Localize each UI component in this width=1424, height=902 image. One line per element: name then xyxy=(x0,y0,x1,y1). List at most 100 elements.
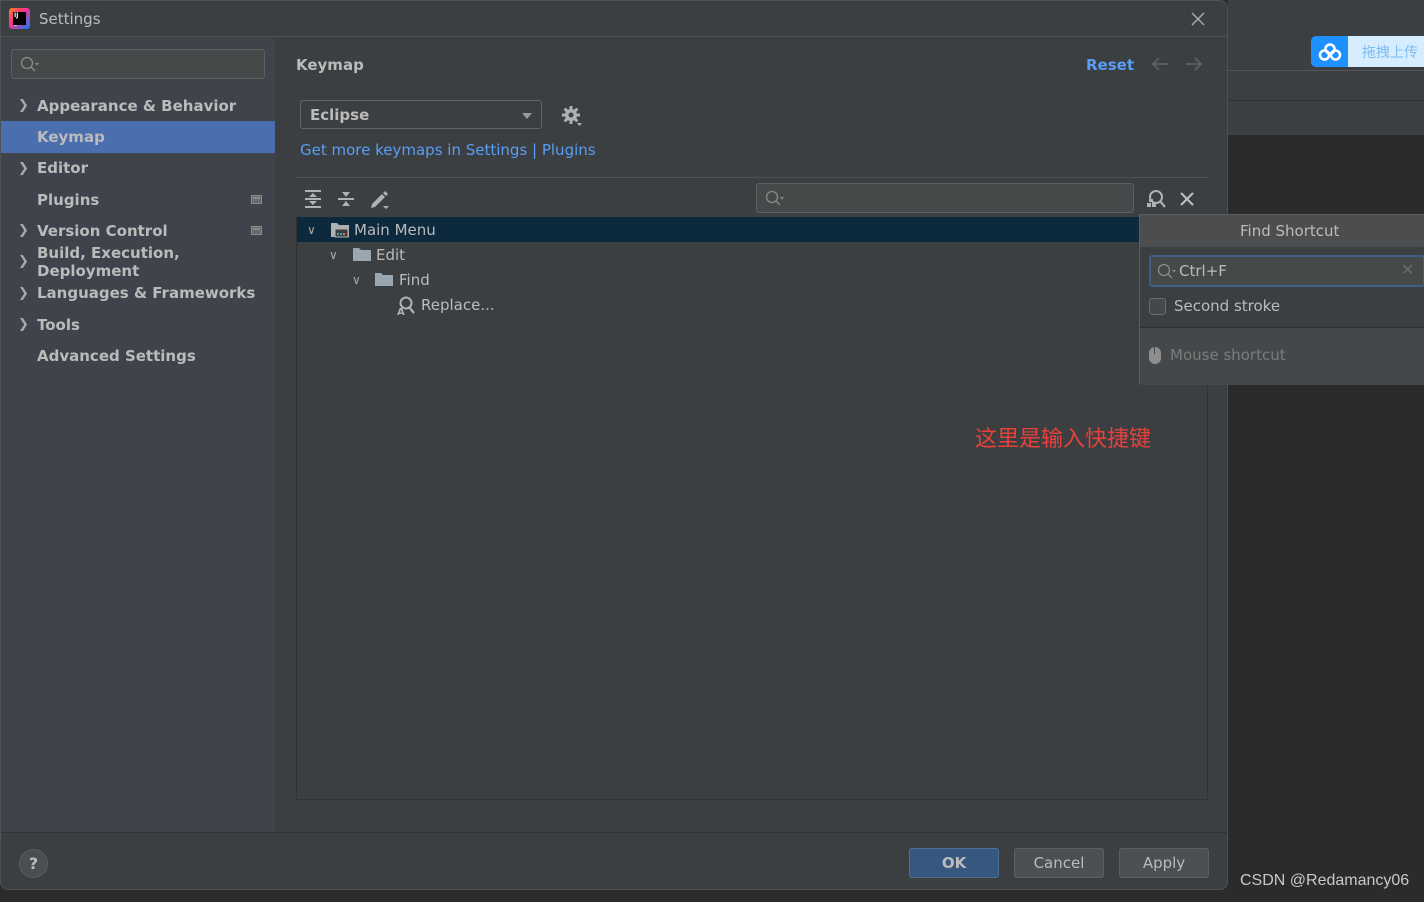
ok-button[interactable]: OK xyxy=(909,848,999,878)
keymap-settings-button[interactable] xyxy=(561,105,583,131)
close-icon xyxy=(1180,192,1194,206)
mouse-icon xyxy=(1149,347,1161,364)
arrow-right-icon xyxy=(1186,57,1203,71)
svg-text:A: A xyxy=(397,307,405,316)
clear-filter-button[interactable] xyxy=(1180,187,1194,211)
chevron-right-icon: ❯ xyxy=(18,254,29,270)
find-by-shortcut-button[interactable] xyxy=(1145,189,1167,213)
chevron-right-icon: ❯ xyxy=(18,223,29,239)
sidebar-item-tools[interactable]: ❯ Tools xyxy=(1,309,275,340)
forward-button[interactable] xyxy=(1185,52,1203,76)
find-shortcut-icon xyxy=(1147,190,1166,208)
shortcut-input[interactable]: Ctrl+F ✕ xyxy=(1149,255,1424,287)
search-icon xyxy=(20,56,42,77)
popup-title: Find Shortcut xyxy=(1240,222,1340,240)
divider xyxy=(296,177,1208,178)
sidebar-item-label: Appearance & Behavior xyxy=(37,96,237,115)
keymap-dropdown[interactable]: Eclipse xyxy=(300,100,542,129)
keymap-tree: ∨ Main Menu ∨ Edit ∨ Find A Replace... xyxy=(296,216,1208,800)
sidebar-item-advanced-settings[interactable]: Advanced Settings xyxy=(1,340,275,371)
sidebar-search-input[interactable] xyxy=(11,49,265,79)
settings-dialog: IJ _ Settings ❯ Appearance & Behavior Key… xyxy=(0,0,1228,890)
window-title: Settings xyxy=(39,10,101,28)
sidebar: ❯ Appearance & Behavior Keymap ❯ Editor … xyxy=(1,38,275,832)
sidebar-nav: ❯ Appearance & Behavior Keymap ❯ Editor … xyxy=(1,90,275,372)
reset-link[interactable]: Reset xyxy=(1086,56,1134,74)
chevron-right-icon: ❯ xyxy=(18,285,29,301)
expand-all-button[interactable] xyxy=(303,188,325,210)
cloud-icon xyxy=(1311,36,1348,67)
help-button[interactable]: ? xyxy=(19,849,48,878)
sidebar-item-plugins[interactable]: Plugins xyxy=(1,184,275,215)
background-tabbar xyxy=(1228,70,1424,100)
search-icon xyxy=(765,190,787,211)
tree-row-label: Replace... xyxy=(421,295,495,314)
arrow-left-icon xyxy=(1151,57,1168,71)
folder-icon xyxy=(375,271,393,291)
tree-row-find[interactable]: ∨ Find xyxy=(297,267,1207,292)
dialog-footer: ? OK Cancel Apply xyxy=(1,832,1227,889)
intellij-logo-icon: IJ _ xyxy=(9,8,30,29)
cancel-button[interactable]: Cancel xyxy=(1014,848,1104,878)
second-stroke-checkbox[interactable]: Second stroke xyxy=(1149,297,1280,315)
find-shortcut-popup: Find Shortcut Ctrl+F ✕ Second stroke Mou… xyxy=(1139,214,1424,385)
upload-label: 拖拽上传 xyxy=(1348,36,1424,67)
chevron-down-icon xyxy=(522,113,532,119)
clear-input-icon[interactable]: ✕ xyxy=(1401,260,1414,279)
sidebar-item-label: Languages & Frameworks xyxy=(37,284,256,303)
titlebar: IJ _ Settings xyxy=(1,1,1227,37)
chevron-down-icon: ∨ xyxy=(307,222,316,237)
page-title: Keymap xyxy=(296,56,364,74)
collapse-all-icon xyxy=(338,192,354,206)
keymap-panel: Keymap Reset Eclipse Get more keymaps in… xyxy=(275,38,1227,832)
sidebar-item-appearance-behavior[interactable]: ❯ Appearance & Behavior xyxy=(1,90,275,121)
chevron-right-icon: ❯ xyxy=(18,160,29,176)
pencil-icon xyxy=(371,191,389,209)
project-level-icon xyxy=(251,226,262,236)
sidebar-item-languages-frameworks[interactable]: ❯ Languages & Frameworks xyxy=(1,278,275,309)
edit-shortcut-button[interactable] xyxy=(369,188,391,210)
close-button[interactable] xyxy=(1187,9,1209,31)
watermark: CSDN @Redamancy06 xyxy=(1240,872,1410,889)
main-menu-icon xyxy=(330,221,350,243)
sidebar-item-build-execution-deployment[interactable]: ❯ Build, Execution, Deployment xyxy=(1,244,275,281)
tree-row-replace[interactable]: A Replace... xyxy=(297,292,1207,320)
sidebar-item-label: Editor xyxy=(37,159,88,178)
folder-icon xyxy=(353,246,371,266)
chevron-right-icon: ❯ xyxy=(18,98,29,113)
sidebar-item-version-control[interactable]: ❯ Version Control xyxy=(1,215,275,246)
upload-widget[interactable]: 拖拽上传 xyxy=(1311,36,1424,67)
get-more-keymaps-link[interactable]: Get more keymaps in Settings | Plugins xyxy=(300,141,596,159)
background-toolbar xyxy=(1228,0,1424,40)
project-level-icon xyxy=(251,194,262,204)
sidebar-item-label: Version Control xyxy=(37,221,168,240)
mouse-shortcut-area[interactable]: Mouse shortcut xyxy=(1140,328,1424,385)
mouse-shortcut-label: Mouse shortcut xyxy=(1170,346,1286,364)
checkbox-box[interactable] xyxy=(1149,297,1166,315)
sidebar-item-keymap[interactable]: Keymap xyxy=(1,121,275,153)
tree-row-label: Main Menu xyxy=(354,220,436,239)
background-statusbar xyxy=(0,890,1228,902)
chevron-right-icon: ❯ xyxy=(18,317,29,333)
popup-header: Find Shortcut xyxy=(1140,215,1424,247)
expand-all-icon xyxy=(305,190,321,208)
tree-row-label: Find xyxy=(399,270,430,289)
apply-button[interactable]: Apply xyxy=(1119,848,1209,878)
chevron-down-icon: ∨ xyxy=(329,247,338,262)
back-button[interactable] xyxy=(1151,52,1169,76)
sidebar-item-label: Plugins xyxy=(37,190,100,209)
keymap-filter-input[interactable] xyxy=(756,183,1134,213)
shortcut-input-value: Ctrl+F xyxy=(1179,262,1227,280)
replace-icon: A xyxy=(396,296,416,320)
sidebar-item-editor[interactable]: ❯ Editor xyxy=(1,153,275,184)
close-icon xyxy=(1191,12,1205,26)
collapse-all-button[interactable] xyxy=(336,188,358,210)
sidebar-item-label: Advanced Settings xyxy=(37,347,196,366)
chevron-down-icon: ∨ xyxy=(352,272,361,287)
search-icon xyxy=(1157,263,1179,284)
background-ide xyxy=(1228,0,1424,902)
keymap-selected-value: Eclipse xyxy=(310,105,370,124)
sidebar-item-label: Build, Execution, Deployment xyxy=(37,244,180,281)
tree-row-main-menu[interactable]: ∨ Main Menu xyxy=(297,217,1207,242)
tree-row-edit[interactable]: ∨ Edit xyxy=(297,242,1207,267)
